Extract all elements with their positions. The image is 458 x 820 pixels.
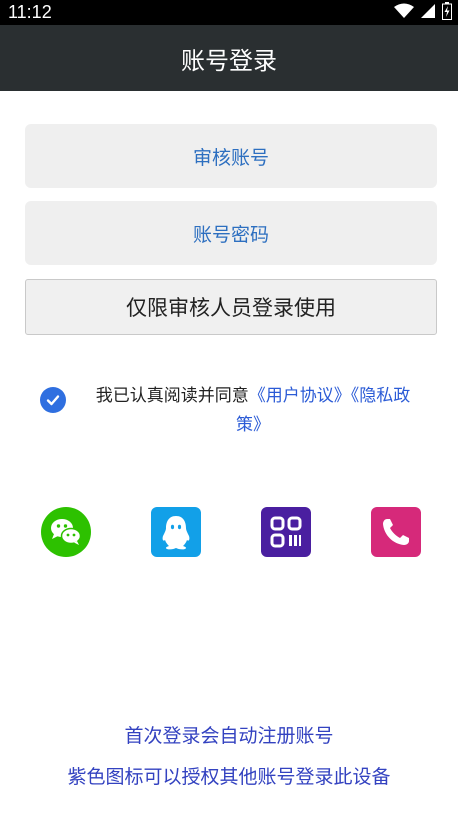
phone-icon [371,507,421,557]
phone-login-button[interactable] [371,507,421,557]
login-button-label: 仅限审核人员登录使用 [126,296,336,320]
footer-note-register: 首次登录会自动注册账号 [124,725,334,747]
footer-note-authorize: 紫色图标可以授权其他账号登录此设备 [67,766,391,788]
qq-login-button[interactable] [151,507,201,557]
title-bar: 账号登录 [0,25,458,91]
status-bar: 11:12 [0,0,458,25]
password-field[interactable]: 账号密码 [25,201,437,265]
qq-icon [151,507,201,557]
login-button[interactable]: 仅限审核人员登录使用 [25,279,437,335]
agreement-text: 我已认真阅读并同意《用户协议》《隐私政策》 [78,382,428,440]
account-field-label: 审核账号 [192,146,269,169]
wifi-icon [394,3,414,23]
privacy-policy-text-1: 《隐私政 [350,386,411,406]
account-field[interactable]: 审核账号 [25,124,437,188]
page-title: 账号登录 [181,46,277,75]
battery-icon [442,2,452,24]
agreement-statement: 我已认真阅读并同意 [95,386,249,406]
status-time: 11:12 [8,2,52,22]
password-field-label: 账号密码 [192,223,269,246]
wechat-login-button[interactable] [41,507,91,557]
status-icons [394,2,452,24]
signal-icon [420,3,436,23]
agreement-checkbox[interactable] [40,387,66,413]
check-icon [46,395,60,406]
qr-code-login-button[interactable] [261,507,311,557]
qr-code-icon [261,507,311,557]
user-agreement-link[interactable]: 《用户协议》 [249,386,351,406]
privacy-policy-text-2: 策》 [236,415,270,435]
wechat-icon [41,507,91,557]
